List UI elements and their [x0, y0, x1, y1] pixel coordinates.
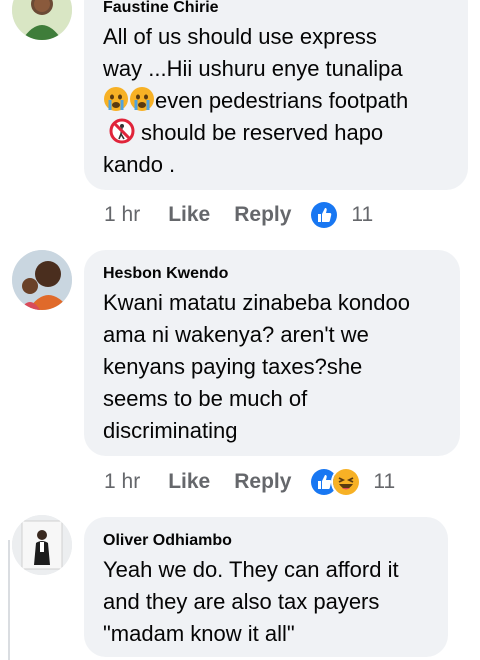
comment-line: seems to be much of	[103, 386, 308, 411]
comment-line: should be reserved hapo	[103, 117, 449, 149]
comment-line: and they are also tax payers	[103, 589, 380, 614]
no-pedestrians-icon	[109, 118, 135, 144]
comment-bubble: Faustine Chirie All of us should use exp…	[84, 0, 468, 190]
comment-text: Yeah we do. They can afford it and they …	[103, 554, 429, 650]
reply-thread-line	[8, 540, 10, 660]
comment-line: ama ni wakenya? aren't we	[103, 322, 369, 347]
reactions-summary[interactable]: 11	[309, 200, 373, 230]
comment-line: way ...Hii ushuru enye tunalipa	[103, 56, 403, 81]
comment-text: All of us should use express way ...Hii …	[103, 21, 449, 181]
comment-line: even pedestrians footpath	[103, 85, 449, 117]
comment-line: discriminating	[103, 418, 238, 443]
crying-face-icon	[129, 86, 155, 112]
crying-face-icon	[103, 86, 129, 112]
avatar[interactable]	[12, 0, 72, 40]
comment-line-text: even pedestrians footpath	[155, 88, 409, 113]
reaction-count: 11	[373, 470, 396, 493]
like-reaction-icon	[309, 200, 340, 230]
comment-thread: Faustine Chirie All of us should use exp…	[0, 0, 480, 660]
comment-timestamp[interactable]: 1 hr	[104, 470, 140, 494]
comment-line-text: should be reserved hapo	[141, 120, 384, 145]
reply-button[interactable]: Reply	[234, 470, 291, 494]
comment-bubble: Oliver Odhiambo Yeah we do. They can aff…	[84, 517, 448, 657]
comment-line: kenyans paying taxes?she	[103, 354, 363, 379]
like-button[interactable]: Like	[168, 470, 210, 494]
comment-text: Kwani matatu zinabeba kondoo ama ni wake…	[103, 287, 441, 447]
comment-author[interactable]: Faustine Chirie	[103, 0, 449, 18]
comment-line: Yeah we do. They can afford it	[103, 557, 399, 582]
comment-line: kando .	[103, 152, 176, 177]
reply-button[interactable]: Reply	[234, 203, 291, 227]
comment-actions: 1 hr Like Reply 11	[104, 200, 373, 230]
comment-line: All of us should use express	[103, 24, 377, 49]
comment-author[interactable]: Hesbon Kwendo	[103, 264, 441, 284]
comment-line: "madam know it all"	[103, 621, 295, 646]
comment-bubble: Hesbon Kwendo Kwani matatu zinabeba kond…	[84, 250, 460, 456]
comment-timestamp[interactable]: 1 hr	[104, 203, 140, 227]
haha-reaction-icon	[331, 467, 362, 497]
comment-author[interactable]: Oliver Odhiambo	[103, 531, 429, 551]
reaction-count: 11	[351, 203, 374, 226]
reactions-summary[interactable]: 11	[309, 467, 395, 497]
avatar[interactable]	[12, 515, 72, 575]
comment-line: Kwani matatu zinabeba kondoo	[103, 290, 410, 315]
comment-actions: 1 hr Like Reply 11	[104, 467, 395, 497]
avatar[interactable]	[12, 250, 72, 310]
like-button[interactable]: Like	[168, 203, 210, 227]
